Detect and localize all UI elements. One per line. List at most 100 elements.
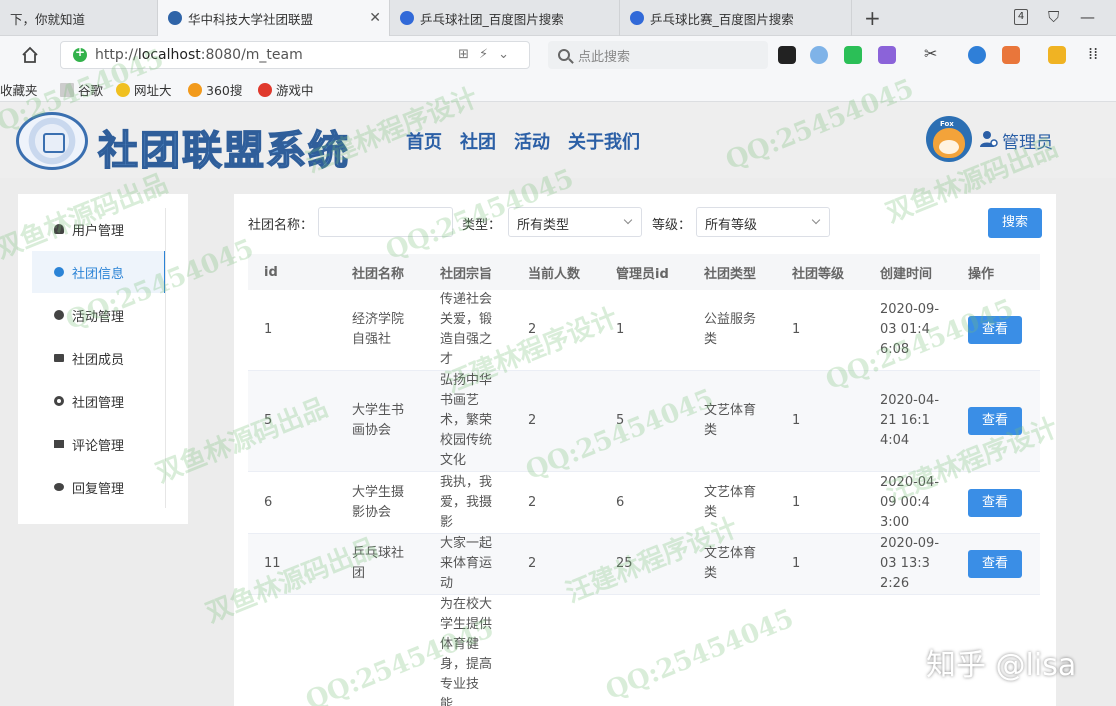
cell-admin: 6 [600,471,688,534]
table-row: 11 乒乓球社 团大家一起 来体育运 动 2 25 文艺体育 类 1 2020-09- 03… [248,533,1040,595]
search-button[interactable]: 搜索 [988,208,1042,238]
tab-count-badge[interactable]: 4 [1014,9,1028,25]
browser-tab[interactable]: 下，你就知道 [0,0,158,36]
compass-icon [116,82,130,97]
sidebar-item-members[interactable]: 社团成员 [32,337,166,379]
browser-tab[interactable]: 乒乓球比赛_百度图片搜索 [620,0,852,36]
cell-created: 2020-09- 03 13:3 2:26 [864,533,952,595]
bookmark-item[interactable]: 360搜 [188,80,242,99]
level-select[interactable]: 所有等级 [696,207,830,237]
sidebar-item-replies[interactable]: 回复管理 [32,466,166,508]
sidebar-item-activities[interactable]: 活动管理 [32,294,166,336]
nav-home[interactable]: 首页 [406,128,442,154]
view-button[interactable]: 查看 [968,407,1022,435]
doc-icon [60,82,74,97]
cell-level: 1 [776,370,864,472]
app-header: 社团联盟系统 首页 社团 活动 关于我们 Fox 管理员 [0,102,1116,178]
bookmark-item[interactable]: 网址大 [116,80,172,99]
cell-name: 大学生书 画协会 [336,370,424,472]
sidebar-item-users[interactable]: 用户管理 [32,208,166,250]
home-icon[interactable] [20,45,40,65]
secure-shield-icon [73,45,87,62]
shirt-icon[interactable]: ⛉ [1048,8,1059,26]
sidebar-divider [165,208,166,508]
table-row: 为在校大 学生提供 体育健 身，提高 专业技 能 [248,594,1040,706]
search-placeholder: 点此搜索 [578,49,631,65]
cell-id [248,594,336,706]
column-header: id [248,254,336,290]
sidebar-item-comments[interactable]: 评论管理 [32,423,166,465]
game-icon [258,82,272,97]
bookmark-item[interactable]: 收藏夹 [0,80,38,99]
bookmark-item[interactable]: 谷歌 [60,80,103,99]
cell-name [336,594,424,706]
cell-id: 5 [248,370,336,472]
browser-tab[interactable]: 乒乓球社团_百度图片搜索 [390,0,620,36]
table-row: 5 大学生书 画协会 弘扬中华 书画艺 术，繁荣 校园传统 文化 2 5 文艺体育 类12… [248,370,1040,472]
search-icon [558,49,570,61]
360-search-icon [188,82,202,97]
cell-purpose: 弘扬中华 书画艺 术，繁荣 校园传统 文化 [424,370,512,472]
gamepad-icon[interactable] [1002,46,1020,64]
bookmark-item[interactable]: 游戏中 [258,80,314,99]
cell-admin: 1 [600,290,688,371]
zhihu-credit: 知乎 @lisa [926,648,1077,683]
club-name-input[interactable] [318,207,453,237]
browser-tab-active[interactable]: 华中科技大学社团联盟 ✕ [158,0,390,36]
baidu-paw-icon [400,11,414,25]
sidebar-item-label: 评论管理 [72,438,125,454]
cell-purpose: 传递社会 关爱，锻 造自强之 才 [424,290,512,371]
new-tab-icon[interactable]: + [864,6,881,30]
tab-label: 乒乓球社团_百度图片搜索 [420,11,564,27]
magnify-extension-icon[interactable] [968,46,986,64]
view-button[interactable]: 查看 [968,488,1022,517]
user-role-label[interactable]: 管理员 [1002,128,1053,153]
translate-icon[interactable] [878,46,896,64]
tab-label: 乒乓球比赛_百度图片搜索 [650,11,794,27]
cell-action: 查看 [952,290,1040,371]
cell-name: 乒乓球社 团 [336,533,424,595]
football-icon [54,310,64,320]
users-icon [54,224,64,234]
sidebar-item-label: 社团成员 [72,352,125,368]
url-tools-icons[interactable]: ⊞⚡⌄ [458,47,519,62]
tab-label: 下，你就知道 [10,11,86,27]
cell-count: 2 [512,533,600,595]
cell-purpose: 我执，我 爱，我摄 影 [424,471,512,534]
extension-circle-icon[interactable] [810,46,828,64]
scissors-icon[interactable]: ✂ [924,44,942,63]
site-logo-text: 社团联盟系统 [97,126,350,175]
cell-action: 查看 [952,533,1040,595]
extension-game-icon[interactable] [778,46,796,64]
cell-type: 文艺体育 类 [688,370,776,472]
nav-about[interactable]: 关于我们 [568,128,640,154]
cell-created: 2020-04- 21 16:1 4:04 [864,370,952,472]
extension-chat-icon[interactable] [844,46,862,64]
comment-icon [54,440,64,448]
nav-clubs[interactable]: 社团 [460,128,496,154]
cell-name: 经济学院 自强社 [336,290,424,371]
cell-created: 2020-09- 03 01:4 6:08 [864,290,952,371]
minimize-icon[interactable]: — [1080,8,1095,26]
sidebar-item-club-info[interactable]: 社团信息 [32,251,166,293]
sidebar-item-club-management[interactable]: 社团管理 [32,380,166,422]
reply-bubble-icon [54,483,64,491]
browser-search-input[interactable]: 点此搜索 [548,41,768,69]
view-button[interactable]: 查看 [968,316,1022,344]
nav-activities[interactable]: 活动 [514,128,550,154]
type-select[interactable]: 所有类型 [508,207,642,237]
user-gear-icon [980,131,998,147]
avatar[interactable]: Fox [926,116,972,162]
view-button[interactable]: 查看 [968,550,1022,578]
url-field[interactable]: http://localhost:8080/m_team ⊞⚡⌄ [60,41,530,69]
cell-count: 2 [512,370,600,472]
menu-grid-icon[interactable]: ⁞⁞ [1088,44,1106,63]
cell-id: 11 [248,533,336,595]
cell-type: 文艺体育 类 [688,471,776,534]
column-header: 管理员id [600,254,688,290]
close-icon[interactable]: ✕ [369,10,381,26]
cell-type: 文艺体育 类 [688,533,776,595]
cell-id: 6 [248,471,336,534]
shield-extension-icon[interactable] [1048,46,1066,64]
column-header: 创建时间 [864,254,952,290]
